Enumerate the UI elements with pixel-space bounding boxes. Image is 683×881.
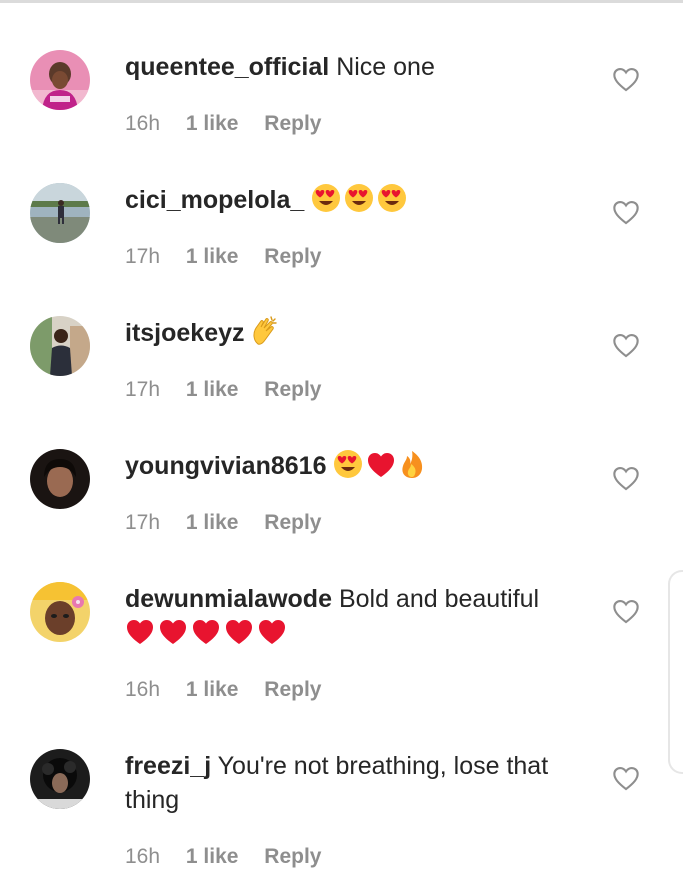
- fire-emoji: [402, 451, 423, 478]
- heart-outline-icon[interactable]: [612, 465, 640, 491]
- comment-username[interactable]: youngvivian8616: [125, 452, 326, 480]
- red-heart-emoji: [259, 620, 285, 644]
- emoji-group: [125, 619, 290, 647]
- comment-likes-count[interactable]: 1 like: [186, 245, 239, 268]
- heart-outline-icon[interactable]: [612, 199, 640, 225]
- reply-button[interactable]: Reply: [264, 245, 321, 268]
- reply-button[interactable]: Reply: [264, 378, 321, 401]
- avatar[interactable]: [30, 582, 90, 642]
- comments-list: queentee_official Nice one 16h 1 like Re…: [0, 0, 683, 881]
- comment-timestamp: 16h: [125, 678, 161, 701]
- comment-username[interactable]: itsjoekeyz: [125, 319, 245, 347]
- red-heart-emoji: [193, 620, 219, 644]
- comment-likes-count[interactable]: 1 like: [186, 378, 239, 401]
- red-heart-emoji: [160, 620, 186, 644]
- clapping-hands-emoji: [253, 316, 278, 345]
- comment-username[interactable]: cici_mopelola_: [125, 186, 304, 214]
- heart-outline-icon[interactable]: [612, 332, 640, 358]
- comment-likes-count[interactable]: 1 like: [186, 678, 239, 701]
- heart-eyes-emoji: [378, 184, 407, 212]
- comment-timestamp: 16h: [125, 112, 161, 135]
- comment-likes-count[interactable]: 1 like: [186, 845, 239, 868]
- comment-username[interactable]: freezi_j: [125, 752, 211, 780]
- heart-eyes-emoji: [334, 450, 363, 478]
- red-heart-emoji: [368, 453, 395, 477]
- comment-timestamp: 16h: [125, 845, 161, 868]
- emoji-group: [333, 450, 425, 480]
- comment-timestamp: 17h: [125, 245, 161, 268]
- reply-button[interactable]: Reply: [264, 678, 321, 701]
- avatar[interactable]: [30, 449, 90, 509]
- reply-button[interactable]: Reply: [264, 511, 321, 534]
- comment-likes-count[interactable]: 1 like: [186, 511, 239, 534]
- reply-button[interactable]: Reply: [264, 112, 321, 135]
- avatar[interactable]: [30, 50, 90, 110]
- emoji-group: [311, 184, 410, 214]
- avatar[interactable]: [30, 316, 90, 376]
- comment-likes-count[interactable]: 1 like: [186, 112, 239, 135]
- comment-timestamp: 17h: [125, 378, 161, 401]
- heart-eyes-emoji: [312, 184, 341, 212]
- heart-outline-icon[interactable]: [612, 765, 640, 791]
- heart-outline-icon[interactable]: [612, 66, 640, 92]
- comment-text: Nice one: [336, 53, 435, 81]
- red-heart-emoji: [127, 620, 153, 644]
- comment-username[interactable]: queentee_official: [125, 53, 329, 81]
- red-heart-emoji: [226, 620, 252, 644]
- heart-outline-icon[interactable]: [612, 598, 640, 624]
- comment-username[interactable]: dewunmialawode: [125, 585, 332, 613]
- heart-eyes-emoji: [345, 184, 374, 212]
- avatar[interactable]: [30, 749, 90, 809]
- avatar[interactable]: [30, 183, 90, 243]
- reply-button[interactable]: Reply: [264, 845, 321, 868]
- comment-text: Bold and beautiful: [338, 585, 540, 613]
- side-panel-handle[interactable]: [668, 570, 683, 774]
- comment-timestamp: 17h: [125, 511, 161, 534]
